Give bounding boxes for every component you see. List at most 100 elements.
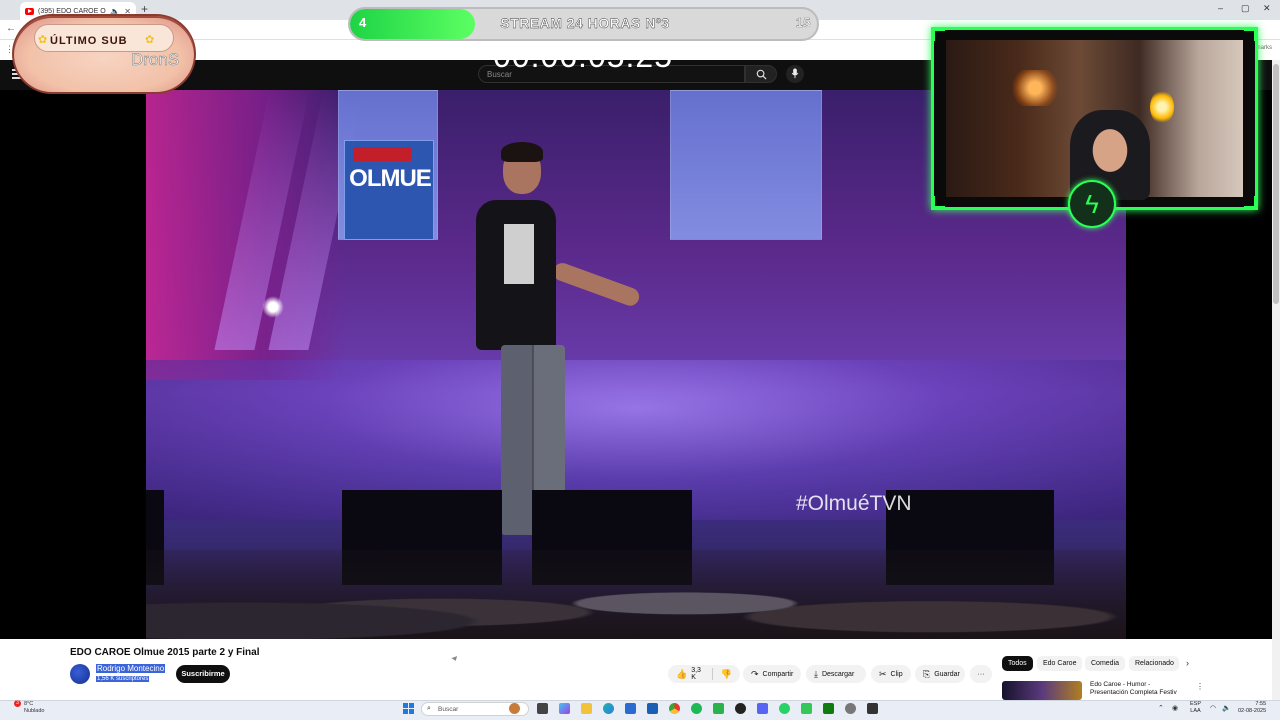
sign-header (353, 147, 411, 161)
wifi-icon[interactable]: ◠ (1210, 704, 1216, 712)
screen: (395) EDO CAROE Olmue 2 🔈 ✕ + – ▢ ✕ ← ⋮⋮… (0, 0, 1280, 720)
scrollbar-thumb[interactable] (1273, 64, 1279, 304)
goal-current: 4 (359, 15, 367, 30)
lang-code: ESP (1190, 701, 1202, 707)
share-label: Compartir (762, 670, 794, 678)
close-window-button[interactable]: ✕ (1263, 3, 1271, 14)
weather-temp: 8°C (24, 701, 34, 707)
youtube-icon (25, 7, 34, 15)
frame-corner (1244, 196, 1258, 210)
stage-panel (670, 90, 822, 240)
like-count: 3,3 K (691, 667, 701, 681)
shirt-print (504, 224, 534, 284)
clip-button[interactable]: ✂ Clip (871, 665, 911, 683)
share-button[interactable]: ↷ Compartir (743, 665, 801, 683)
maximize-button[interactable]: ▢ (1241, 3, 1250, 14)
chevron-right-icon[interactable]: › (1186, 658, 1189, 668)
terminal-icon[interactable] (867, 703, 878, 714)
save-button[interactable]: ⎘ Guardar (915, 665, 965, 683)
widget-icon[interactable] (509, 703, 520, 714)
weather-desc: Nublado (24, 708, 45, 714)
chip-comedia[interactable]: Comedia (1085, 656, 1126, 671)
channel-name[interactable]: Rodrigo Montecino (96, 664, 166, 673)
lang-layout: LAA (1190, 708, 1201, 714)
last-sub-name: DronS (131, 50, 180, 70)
webcam-light (1010, 70, 1060, 106)
thumbs-down-icon[interactable]: 👎 (721, 669, 732, 680)
last-sub-label: ÚLTIMO SUB (50, 35, 128, 47)
recommended-title[interactable]: Edo Caroe - Humor - Presentación Complet… (1090, 681, 1190, 700)
taskbar-search-placeholder: Buscar (438, 706, 459, 713)
outlook-icon[interactable] (647, 703, 658, 714)
page-scrollbar[interactable] (1272, 60, 1280, 700)
tv-watermark: #OlmuéTVN (796, 492, 912, 515)
star-icon: ✿ (38, 34, 48, 46)
lamp (1150, 90, 1174, 124)
copilot-icon[interactable] (559, 703, 570, 714)
system-clock[interactable]: 7:55 02-08-2025 (1238, 701, 1266, 715)
weather-badge: 3 (14, 700, 21, 707)
minimize-button[interactable]: – (1218, 3, 1223, 13)
spotlight (262, 296, 284, 318)
festival-sign: OLMUE (344, 140, 434, 240)
discord-icon[interactable] (757, 703, 768, 714)
volume-icon[interactable]: 🔈 (1222, 704, 1231, 712)
chip-edo-caroe[interactable]: Edo Caroe (1037, 656, 1083, 671)
bookmark-icon: ⎘ (923, 668, 931, 679)
download-icon: ⤓ (814, 668, 818, 679)
search-button[interactable] (745, 65, 777, 83)
chrome-icon[interactable] (669, 703, 680, 714)
all-bookmarks-link[interactable]: marks (1256, 45, 1272, 51)
voice-search-button[interactable] (786, 65, 804, 83)
recommended-thumbnail[interactable] (1002, 681, 1082, 700)
clock-date: 02-08-2025 (1238, 708, 1267, 714)
file-explorer-icon[interactable] (581, 703, 592, 714)
performer-hair (501, 142, 543, 162)
goal-title: STREAM 24 HORAS Nº3 (500, 15, 670, 31)
frame-corner (931, 196, 945, 210)
scissors-icon: ✂ (879, 668, 887, 679)
tray-network-icon[interactable]: ◉ (1172, 704, 1178, 712)
download-button[interactable]: ⤓ Descargar (806, 665, 866, 683)
taskbar (0, 700, 1280, 720)
streamer-logo-icon: ϟ (1068, 180, 1116, 228)
edge-icon[interactable] (603, 703, 614, 714)
xbox-icon[interactable] (823, 703, 834, 714)
weather-widget[interactable]: 8°C Nublado (24, 701, 45, 715)
store-icon[interactable] (625, 703, 636, 714)
subscriber-count: 1,56 K suscriptores (96, 676, 150, 682)
video-title: EDO CAROE Olmue 2015 parte 2 y Final (70, 647, 260, 658)
divider (712, 668, 713, 680)
chip-relacionado[interactable]: Relacionado (1129, 656, 1179, 671)
app-icon[interactable] (801, 703, 812, 714)
recommended-menu-icon[interactable]: ⋮ (1196, 682, 1204, 691)
channel-avatar[interactable] (70, 664, 90, 684)
frame-corner (1244, 27, 1258, 41)
tray-chevron-icon[interactable]: ⌃ (1158, 704, 1164, 712)
obs-icon[interactable] (735, 703, 746, 714)
whatsapp-icon[interactable] (779, 703, 790, 714)
stream-timer: 00:06:05:25 (492, 38, 674, 74)
goal-target: 15 (796, 15, 811, 30)
search-icon (756, 69, 767, 80)
more-actions-button[interactable]: ··· (970, 665, 992, 683)
back-button[interactable]: ← (6, 23, 16, 34)
chip-todos[interactable]: Todos (1002, 656, 1033, 671)
share-icon: ↷ (751, 668, 759, 679)
spotify-icon[interactable] (691, 703, 702, 714)
chat-icon[interactable] (713, 703, 724, 714)
download-label: Descargar (821, 670, 855, 678)
microphone-icon (791, 68, 799, 79)
thumbs-up-icon[interactable]: 👍 (676, 669, 687, 680)
subscribe-button[interactable]: Suscribirme (176, 665, 230, 683)
frame-corner (931, 27, 945, 41)
star-icon: ✿ (145, 34, 155, 46)
task-view-icon[interactable] (537, 703, 548, 714)
performer-arm (550, 260, 642, 309)
search-icon: ⌕ (427, 705, 431, 712)
clip-label: Clip (890, 670, 903, 678)
input-language[interactable]: ESP LAA (1190, 701, 1201, 715)
windows-start-icon[interactable] (403, 703, 414, 714)
like-dislike-group[interactable]: 👍 3,3 K 👎 (668, 665, 740, 683)
settings-gear-icon[interactable] (845, 703, 856, 714)
